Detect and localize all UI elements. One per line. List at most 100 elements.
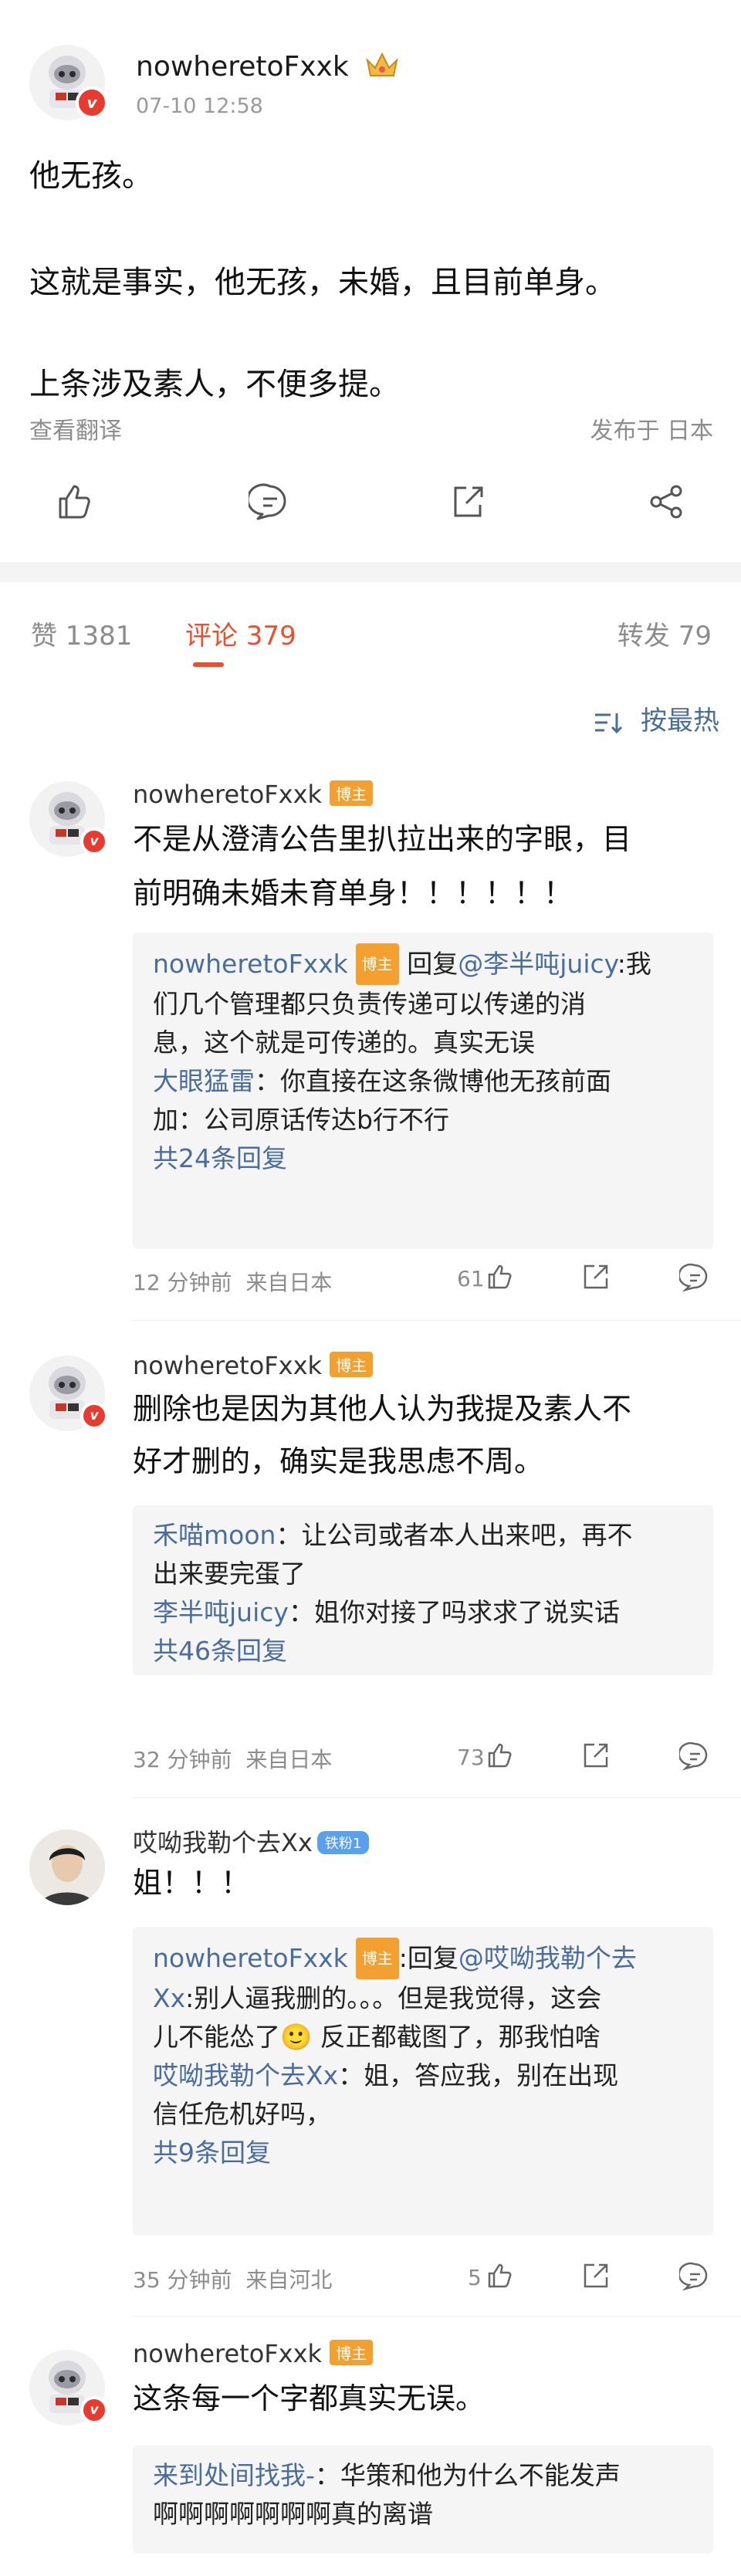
reply-mention-cont[interactable]: Xx — [153, 1983, 185, 2013]
reply-text: :我 — [617, 949, 651, 979]
sort-toggle[interactable]: 按最热 — [594, 699, 719, 737]
comment-text-line: 好才删的，确实是我思虑不周。 — [133, 1444, 544, 1478]
reply-author[interactable]: 哎呦我勒个去Xx — [153, 2060, 338, 2090]
author-tag: 博主 — [330, 1352, 374, 1377]
thumbs-up-icon[interactable] — [485, 2260, 516, 2291]
reply-line: Xx:别人逼我删的。。。但是我觉得，这会 — [153, 1979, 693, 2018]
commenter-name-row: nowheretoFxxk 博主 — [133, 2339, 374, 2368]
reply-author[interactable]: 李半吨juicy — [153, 1597, 289, 1627]
reply-text: ：姐，答应我，别在出现 — [338, 2060, 619, 2090]
commenter-name-row: nowheretoFxxk 博主 — [133, 780, 374, 809]
author-tag: 博主 — [355, 943, 399, 985]
commenter-name[interactable]: nowheretoFxxk — [133, 2339, 322, 2368]
reply-box: 禾喵moon：让公司或者本人出来吧，再不 出来要完蛋了 李半吨juicy：姐你对… — [133, 1505, 713, 1675]
verified-badge-icon: v — [80, 828, 108, 855]
post-location: 发布于 日本 — [590, 418, 713, 445]
comment-button[interactable] — [239, 471, 301, 533]
thumbs-up-icon[interactable] — [485, 1740, 516, 1771]
reply-mention[interactable]: @李半吨juicy — [458, 949, 618, 979]
reply-line: 加：公司原话传达b行不行 — [153, 1105, 449, 1135]
comment-source: 来自日本 — [245, 1270, 333, 1295]
repost-icon[interactable] — [580, 2260, 611, 2291]
like-count: 73 — [457, 1745, 485, 1770]
comment-time: 32 分钟前 — [133, 1747, 232, 1772]
reply-count-link[interactable]: 共46条回复 — [153, 1632, 693, 1671]
comment-time: 12 分钟前 — [133, 1270, 232, 1295]
reply-author[interactable]: 大眼猛雷 — [153, 1066, 255, 1096]
comment-source: 来自日本 — [245, 1747, 333, 1772]
reply-line: nowheretoFxxk 博主:回复@哎呦我勒个去 — [153, 1938, 693, 1979]
comment-divider — [133, 1320, 741, 1321]
reply-box: nowheretoFxxk 博主 回复@李半吨juicy:我 们几个管理都只负责传… — [133, 933, 713, 1249]
repost-icon[interactable] — [580, 1740, 611, 1771]
reply-line: 李半吨juicy：姐你对接了吗求求了说实话 — [153, 1593, 693, 1632]
comment-actions: 73 — [457, 1738, 712, 1777]
comment-source: 来自河北 — [245, 2267, 333, 2293]
commenter-avatar[interactable]: v — [29, 2350, 108, 2425]
reply-author[interactable]: nowheretoFxxk — [153, 949, 348, 979]
reply-author[interactable]: nowheretoFxxk — [153, 1943, 348, 1973]
comment-divider — [133, 1797, 741, 1798]
reply-line: 息，这个就是可传递的。真实无误 — [153, 1027, 535, 1058]
comment-meta: 32 分钟前 来自日本 — [133, 1743, 332, 1774]
author-avatar[interactable]: v — [29, 45, 108, 120]
commenter-name[interactable]: 哎呦我勒个去Xx — [133, 1828, 313, 1857]
likes-tab[interactable]: 赞 1381 — [31, 614, 132, 652]
translate-link[interactable]: 查看翻译 — [29, 411, 122, 445]
active-tab-indicator — [193, 662, 224, 667]
repost-button[interactable] — [437, 471, 499, 533]
reply-line: nowheretoFxxk 博主 回复@李半吨juicy:我 — [153, 943, 693, 985]
reply-verb: :回复 — [398, 1943, 458, 1973]
comment-meta: 35 分钟前 来自河北 — [133, 2263, 332, 2294]
reply-line: 来到处间找我-：华策和他为什么不能发声 — [153, 2456, 693, 2495]
comment-icon[interactable] — [679, 1740, 710, 1771]
reply-count-link[interactable]: 共24条回复 — [153, 1139, 693, 1178]
reply-author[interactable]: 禾喵moon — [153, 1520, 276, 1550]
commenter-avatar[interactable]: v — [29, 781, 108, 857]
repost-icon[interactable] — [580, 1261, 611, 1292]
reply-box: 来到处间找我-：华策和他为什么不能发声 啊啊啊啊啊啊啊真的离谱 — [133, 2446, 713, 2554]
verified-badge-icon: v — [80, 2396, 108, 2424]
weibo-post: v nowheretoFxxk 07-10 12:58 他无孩。 这就是事实，他… — [0, 0, 741, 562]
reply-line: 出来要完蛋了 — [153, 1559, 306, 1589]
reposts-tab[interactable]: 转发 79 — [618, 614, 712, 652]
verified-badge-icon: v — [80, 1402, 108, 1430]
comment-text-line: 不是从澄清公告里扒拉出来的字眼，目 — [133, 822, 632, 856]
commenter-avatar[interactable]: v — [29, 1356, 108, 1431]
commenter-avatar[interactable] — [29, 1830, 105, 1905]
sort-icon — [595, 713, 623, 733]
reply-line: 大眼猛雷：你直接在这条微博他无孩前面 — [153, 1062, 693, 1101]
reply-line: 啊啊啊啊啊啊啊真的离谱 — [153, 2499, 433, 2529]
commenter-name-row: nowheretoFxxk 博主 — [133, 1351, 374, 1380]
reply-verb: 回复 — [407, 949, 458, 979]
comment-text-line: 删除也是因为其他人认为我提及素人不 — [133, 1392, 632, 1426]
comments-tab[interactable]: 评论 379 — [185, 614, 296, 652]
section-divider — [0, 562, 741, 582]
comment-text-line: 前明确未婚未育单身！！！！！！ — [133, 876, 574, 910]
like-button[interactable] — [43, 471, 105, 533]
comment-time: 35 分钟前 — [133, 2267, 232, 2293]
reply-text: ：华策和他为什么不能发声 — [314, 2460, 621, 2490]
share-button[interactable] — [636, 471, 698, 533]
author-tag: 博主 — [330, 780, 374, 806]
comment-text-line: 这条每一个字都真实无误。 — [133, 2381, 486, 2415]
reply-count-link[interactable]: 共9条回复 — [153, 2134, 693, 2172]
comment-icon[interactable] — [679, 2260, 710, 2291]
crown-badge-icon — [366, 52, 398, 76]
author-name[interactable]: nowheretoFxxk — [136, 51, 349, 83]
reply-line: 儿不能怂了🙂 反正都截图了，那我怕啥 — [153, 2022, 601, 2052]
thumbs-up-icon[interactable] — [485, 1261, 516, 1292]
comment-icon[interactable] — [679, 1261, 710, 1292]
commenter-name-row: 哎呦我勒个去Xx 铁粉1 — [133, 1823, 370, 1859]
comment-text-line: 姐！！！ — [133, 1866, 251, 1900]
comment-actions: 5 — [457, 2259, 712, 2297]
author-tag: 博主 — [330, 2340, 374, 2365]
stats-bar: 赞 1381 评论 379 转发 79 — [0, 584, 741, 676]
commenter-name[interactable]: nowheretoFxxk — [133, 780, 322, 809]
reply-author[interactable]: 来到处间找我- — [153, 2460, 315, 2490]
thumbs-up-icon — [59, 485, 90, 519]
commenter-name[interactable]: nowheretoFxxk — [133, 1351, 322, 1380]
comment-meta: 12 分钟前 来自日本 — [133, 1266, 332, 1297]
reply-mention[interactable]: @哎呦我勒个去 — [458, 1943, 637, 1973]
repost-icon — [454, 486, 483, 517]
